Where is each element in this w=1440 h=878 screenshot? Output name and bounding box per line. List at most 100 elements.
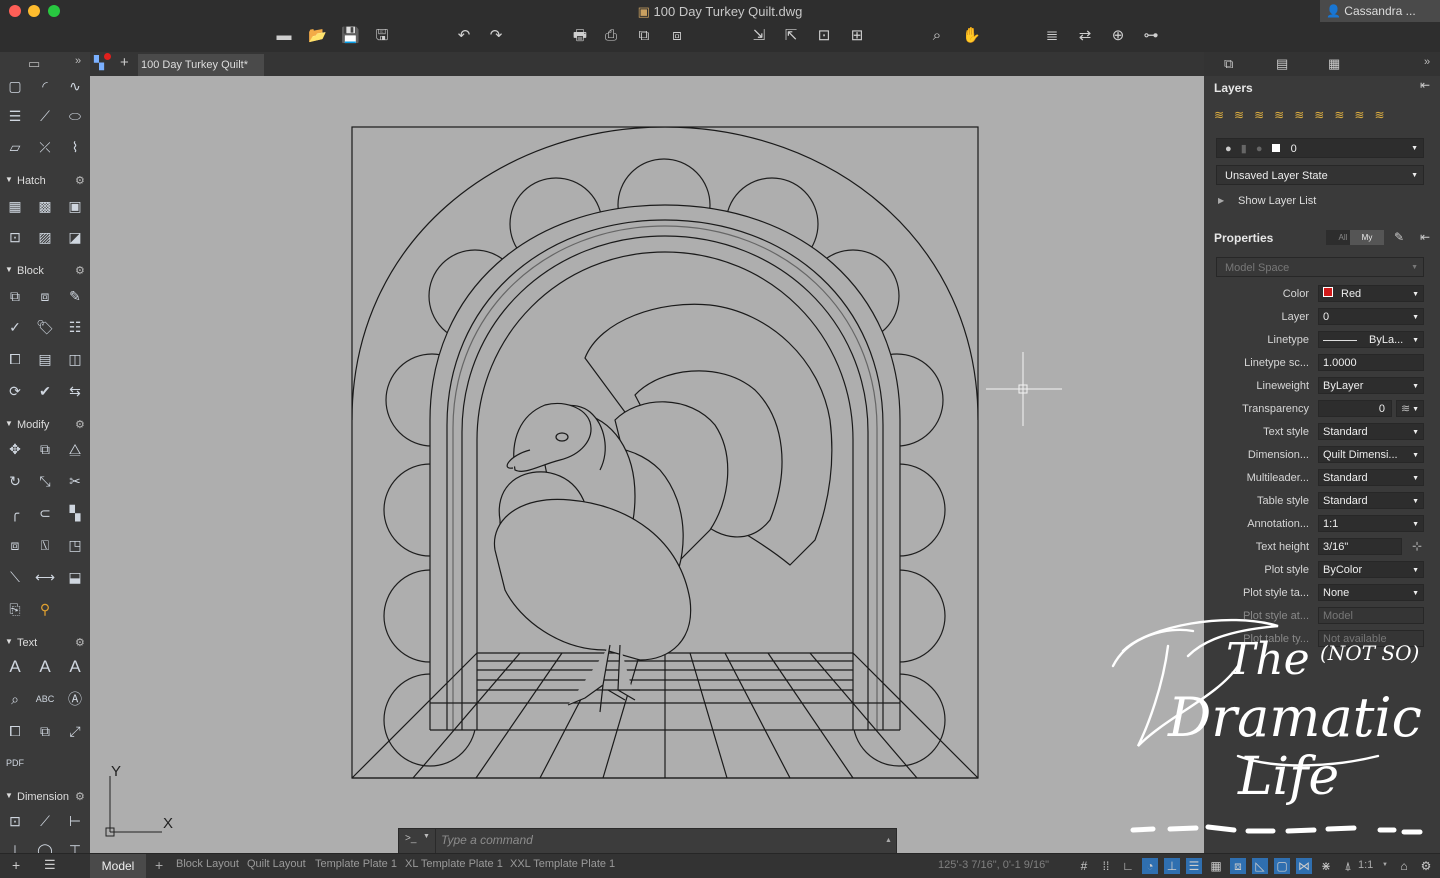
print-icon[interactable]: ⎙ (602, 27, 620, 45)
transparency-slider[interactable]: 0 (1318, 400, 1392, 417)
web-share-icon[interactable]: ⊕ (1109, 27, 1127, 45)
visibility-dot-icon[interactable]: ● (1225, 143, 1232, 155)
text-height-input[interactable]: 3/16" (1318, 538, 1402, 555)
erase-broom-icon[interactable]: ⚲ (35, 599, 55, 619)
collapse-icon[interactable]: » (75, 55, 81, 67)
selection-space-select[interactable]: Model Space ▼ (1216, 257, 1424, 277)
tab-xl-template-plate-1[interactable]: XL Template Plate 1 (405, 858, 503, 870)
fillet-icon[interactable]: ╭ (5, 503, 25, 523)
snap-grid-icon[interactable]: ⁞⁞ (1098, 858, 1114, 874)
single-line-text-icon[interactable]: A (65, 657, 85, 677)
sync-block-icon[interactable]: ⟳ (5, 381, 25, 401)
osnap-tracking-icon[interactable]: ⊥ (1164, 858, 1180, 874)
auto-scale-icon[interactable]: ⋇ (1318, 858, 1334, 874)
section-modify[interactable]: ▼ Modify ⚙ (0, 416, 90, 434)
gear-icon[interactable]: ⚙ (75, 636, 85, 649)
zoom-search-icon[interactable]: ⌕ (928, 27, 946, 45)
gradient-icon[interactable]: ▩ (35, 196, 55, 216)
color-select[interactable]: Red ▼ (1318, 285, 1424, 302)
annotation-scale-select[interactable]: 1:1 ▼ (1318, 515, 1424, 532)
add-tab-icon[interactable]: + (155, 857, 163, 873)
add-tab-icon[interactable]: + (120, 54, 129, 71)
offset-icon[interactable]: ⊂ (35, 503, 55, 523)
match-icon[interactable]: ⬓ (65, 567, 85, 587)
define-attribute-icon[interactable]: ✓ (5, 317, 25, 337)
pick-point-icon[interactable]: ⊹ (1412, 539, 1422, 553)
xline-icon[interactable]: ⤫ (35, 137, 55, 157)
table-tab-icon[interactable]: ▦ (1328, 56, 1340, 72)
multileader-style-select[interactable]: Standard ▼ (1318, 469, 1424, 486)
stretch-icon[interactable]: ⍂ (35, 535, 55, 555)
new-file-icon[interactable]: ▬ (275, 27, 293, 45)
export-icon[interactable]: ⇱ (782, 27, 800, 45)
block-attr-icon[interactable]: ✔ (35, 381, 55, 401)
break-icon[interactable]: ⟍ (5, 567, 25, 587)
scale-icon[interactable]: ⤡ (35, 471, 55, 491)
tag-icon[interactable]: 🏷 (35, 317, 55, 337)
add-layout-icon[interactable]: + (12, 857, 20, 873)
layer-state-select[interactable]: Unsaved Layer State ▼ (1216, 165, 1424, 185)
dock-icon[interactable]: ⇤ (1420, 230, 1430, 244)
tab-document[interactable]: 100 Day Turkey Quilt* (138, 54, 264, 76)
mirror-icon[interactable]: ⧋ (65, 439, 85, 459)
plot-style-select[interactable]: ByColor ▼ (1318, 561, 1424, 578)
table-style-select[interactable]: Standard ▼ (1318, 492, 1424, 509)
table-icon[interactable]: ▤ (35, 349, 55, 369)
linear-dimension-icon[interactable]: ⊢ (65, 811, 85, 831)
dynamic-input-icon[interactable]: ▢ (1274, 858, 1290, 874)
gear-icon[interactable]: ⚙ (75, 264, 85, 277)
grid-icon[interactable]: # (1076, 858, 1092, 874)
xref-icon[interactable]: ⊶ (1142, 27, 1160, 45)
wipeout-icon[interactable]: ▨ (35, 227, 55, 247)
freeze-dot-icon[interactable]: ● (1256, 143, 1263, 155)
smart-dimension-icon[interactable]: ⊡ (5, 811, 25, 831)
polar-icon[interactable]: ◔ (1142, 858, 1158, 874)
workspace-icon[interactable]: ⌂ (1396, 858, 1412, 874)
filter-my-toggle[interactable]: My (1350, 230, 1384, 245)
quick-select-icon[interactable]: ✎ (1394, 230, 1404, 244)
overkill-icon[interactable]: ⎘ (5, 599, 25, 619)
gear-icon[interactable]: ⚙ (75, 418, 85, 431)
redo-icon[interactable]: ↷ (487, 27, 505, 45)
layout-list-icon[interactable]: ☰ (44, 857, 56, 873)
batch-plot-icon[interactable]: ⧉ (635, 27, 653, 45)
selection-cycling-icon[interactable]: ⧈ (1230, 858, 1246, 874)
select-box-icon[interactable]: ▭ (28, 56, 40, 72)
annotation-scale-value[interactable]: 1:1 (1358, 859, 1373, 871)
wblock-icon[interactable]: ⧠ (5, 349, 25, 369)
chevron-up-icon[interactable]: ▲ (885, 837, 892, 844)
tab-quilt-layout[interactable]: Quilt Layout (247, 858, 306, 870)
create-block-icon[interactable]: ⧈ (35, 286, 55, 306)
undo-icon[interactable]: ↶ (455, 27, 473, 45)
region-icon[interactable]: ⊡ (5, 227, 25, 247)
section-block[interactable]: ▼ Block ⚙ (0, 262, 90, 280)
text-style-select[interactable]: Standard ▼ (1318, 423, 1424, 440)
chevron-down-icon[interactable]: ▼ (1382, 862, 1388, 868)
trim-icon[interactable]: ✂ (65, 471, 85, 491)
linetype-scale-input[interactable]: 1.0000 (1318, 354, 1424, 371)
rotate-icon[interactable]: ↻ (5, 471, 25, 491)
files-tab-icon[interactable]: ▤ (1276, 56, 1288, 72)
publish-icon[interactable]: ⧈ (668, 27, 686, 45)
lineweight-select[interactable]: ByLayer ▼ (1318, 377, 1424, 394)
linetype-select[interactable]: ByLa... ▼ (1318, 331, 1424, 348)
text-edit-icon[interactable]: A (35, 657, 55, 677)
arc-icon[interactable]: ◜ (35, 76, 55, 96)
explode-icon[interactable]: ⧈ (5, 535, 25, 555)
tab-xxl-template-plate-1[interactable]: XXL Template Plate 1 (510, 858, 615, 870)
current-layer-select[interactable]: ● ▮ ● 0 ▼ (1216, 138, 1424, 158)
text-align-icon[interactable]: ⧠ (5, 721, 25, 741)
block-palette-icon[interactable]: ◫ (65, 349, 85, 369)
command-prompt-icon[interactable]: >_ (405, 833, 416, 844)
layer-tools-row[interactable]: ≋≋≋≋≋≋≋≋≋ (1214, 108, 1434, 126)
text-justify-icon[interactable]: ⤢ (65, 721, 85, 741)
chevron-down-icon[interactable]: ▼ (423, 833, 430, 840)
spellcheck-icon[interactable]: ABC (35, 689, 55, 709)
collapse-icon[interactable]: » (1424, 56, 1430, 68)
attach-icon[interactable]: ⊡ (815, 27, 833, 45)
section-dimension[interactable]: ▼ Dimension ⚙ (0, 788, 90, 806)
rectangle-icon[interactable]: ▢ (5, 76, 25, 96)
tab-block-layout[interactable]: Block Layout (176, 858, 239, 870)
dimension-style-select[interactable]: Quilt Dimensi... ▼ (1318, 446, 1424, 463)
mtext-icon[interactable]: A (5, 657, 25, 677)
